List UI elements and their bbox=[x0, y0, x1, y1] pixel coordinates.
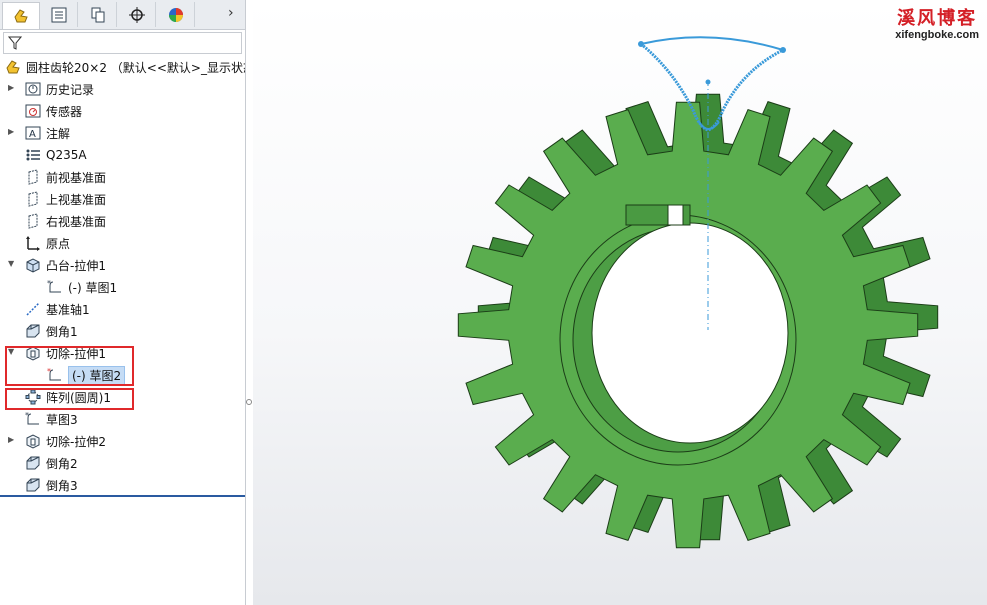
tree-item-material[interactable]: Q235A bbox=[0, 144, 245, 166]
expand-arrow-icon[interactable]: ▶ bbox=[8, 83, 16, 93]
tree-item-top-plane[interactable]: 上视基准面 bbox=[0, 188, 245, 210]
tab-feature-manager[interactable] bbox=[2, 2, 40, 29]
tree-item-sketch1[interactable]: * (-) 草图1 bbox=[0, 276, 245, 298]
tree-item-label: 原点 bbox=[46, 236, 71, 251]
tree-item-axis1[interactable]: 基准轴1 bbox=[0, 298, 245, 320]
tree-item-origin[interactable]: 原点 bbox=[0, 232, 245, 254]
tree-item-label: 右视基准面 bbox=[46, 214, 107, 229]
highlight-box-circular-pattern1 bbox=[5, 388, 134, 410]
bore-hole bbox=[591, 222, 789, 444]
tree-item-label: 倒角2 bbox=[46, 456, 78, 471]
sketch-point bbox=[705, 79, 711, 85]
gear-model[interactable] bbox=[253, 0, 987, 605]
tree-item-label: 传感器 bbox=[46, 104, 83, 119]
plane-icon bbox=[24, 212, 42, 230]
graphics-viewport[interactable]: 溪风博客 xifengboke.com bbox=[253, 0, 987, 605]
cut-extrude-icon bbox=[24, 432, 42, 450]
tree-item-label: 切除-拉伸2 bbox=[46, 434, 106, 449]
tree-item-label: 草图3 bbox=[46, 412, 78, 427]
tree-item-label: 历史记录 bbox=[46, 82, 95, 97]
feature-tree-panel: › 圆柱齿轮20×2 （默认<<默认>_显示状态 ▶ 历史记录 传感器 ▶ A … bbox=[0, 0, 246, 605]
panel-tab-bar: › bbox=[0, 0, 245, 30]
tree-item-sensor[interactable]: 传感器 bbox=[0, 100, 245, 122]
tree-item-label: 凸台-拉伸1 bbox=[46, 258, 106, 273]
tab-display-manager[interactable] bbox=[157, 2, 195, 27]
chamfer-icon bbox=[24, 476, 42, 494]
plane-icon bbox=[24, 190, 42, 208]
tree-item-label: 倒角1 bbox=[46, 324, 78, 339]
feature-manager-icon bbox=[14, 9, 28, 23]
tree-item-chamfer2[interactable]: 倒角2 bbox=[0, 452, 245, 474]
svg-text:*: * bbox=[47, 279, 51, 288]
history-icon bbox=[24, 80, 42, 98]
tree-item-sketch3[interactable]: * 草图3 bbox=[0, 408, 245, 430]
tree-item-label: 基准轴1 bbox=[46, 302, 90, 317]
boss-extrude-icon bbox=[24, 256, 42, 274]
tree-item-label: Q235A bbox=[46, 148, 87, 162]
collapse-arrow-icon[interactable]: ▼ bbox=[8, 259, 16, 269]
svg-text:*: * bbox=[25, 411, 29, 420]
origin-icon bbox=[24, 234, 42, 252]
material-icon bbox=[24, 146, 42, 164]
tab-more-chevron-icon[interactable]: › bbox=[228, 5, 234, 21]
tree-rollback-bar[interactable] bbox=[0, 495, 245, 497]
svg-text:A: A bbox=[29, 129, 36, 140]
keyway-slot bbox=[667, 204, 684, 226]
root-part-label: 圆柱齿轮20×2 （默认<<默认>_显示状态 bbox=[26, 60, 245, 75]
watermark-url: xifengboke.com bbox=[895, 29, 979, 41]
chamfer-icon bbox=[24, 454, 42, 472]
tree-item-history[interactable]: ▶ 历史记录 bbox=[0, 78, 245, 100]
tree-filter-input[interactable] bbox=[3, 32, 242, 54]
plane-icon bbox=[24, 168, 42, 186]
tree-item-chamfer1[interactable]: 倒角1 bbox=[0, 320, 245, 342]
configuration-manager-icon bbox=[91, 7, 104, 22]
watermark-title: 溪风博客 bbox=[897, 8, 978, 29]
expand-arrow-icon[interactable]: ▶ bbox=[8, 127, 16, 137]
sketch-addendum-arc bbox=[640, 36, 784, 51]
tree-item-cut-extrude2[interactable]: ▶ 切除-拉伸2 bbox=[0, 430, 245, 452]
tree-item-label: (-) 草图1 bbox=[68, 280, 118, 295]
tab-configuration-manager[interactable] bbox=[79, 2, 117, 27]
part-icon bbox=[4, 58, 22, 76]
sketch-icon: * bbox=[24, 410, 42, 428]
tree-item-right-plane[interactable]: 右视基准面 bbox=[0, 210, 245, 232]
watermark-logo: 溪风博客 xifengboke.com bbox=[895, 4, 979, 41]
panel-splitter-handle[interactable] bbox=[245, 395, 253, 409]
tree-item-label: 前视基准面 bbox=[46, 170, 107, 185]
tree-item-label: 倒角3 bbox=[46, 478, 78, 493]
highlight-box-cut-extrude1 bbox=[5, 346, 134, 386]
expand-arrow-icon[interactable]: ▶ bbox=[8, 435, 16, 445]
tab-dimxpert-manager[interactable] bbox=[118, 2, 156, 27]
dimxpert-icon bbox=[128, 6, 145, 23]
tree-item-chamfer3[interactable]: 倒角3 bbox=[0, 474, 245, 496]
tree-item-annotations[interactable]: ▶ A 注解 bbox=[0, 122, 245, 144]
tree-root-part[interactable]: 圆柱齿轮20×2 （默认<<默认>_显示状态 bbox=[0, 57, 245, 77]
annotation-icon: A bbox=[24, 124, 42, 142]
tree-item-label: 上视基准面 bbox=[46, 192, 107, 207]
property-manager-icon bbox=[51, 7, 66, 22]
tree-item-front-plane[interactable]: 前视基准面 bbox=[0, 166, 245, 188]
display-manager-icon bbox=[168, 7, 183, 22]
sensor-icon bbox=[24, 102, 42, 120]
tree-item-boss-extrude1[interactable]: ▼ 凸台-拉伸1 bbox=[0, 254, 245, 276]
filter-icon bbox=[8, 36, 22, 50]
sketch-icon: * bbox=[46, 278, 64, 296]
tab-property-manager[interactable] bbox=[40, 2, 78, 27]
tree-item-label: 注解 bbox=[46, 126, 71, 141]
chamfer-icon bbox=[24, 322, 42, 340]
axis-icon bbox=[24, 300, 42, 318]
